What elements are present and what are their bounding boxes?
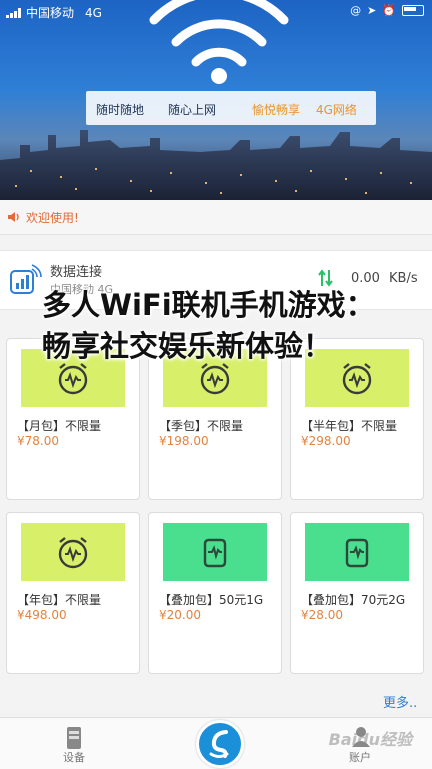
package-price: ¥198.00 (159, 434, 209, 448)
home-center-button[interactable] (196, 720, 244, 768)
more-link[interactable]: 更多.. (383, 692, 417, 711)
data-connection-icon (10, 264, 42, 294)
speed-unit: KB/s (389, 271, 418, 286)
article-headline: 多人WiFi联机手机游戏：畅享社交娱乐新体验！ (42, 288, 375, 363)
package-name: 【叠加包】50元1G (159, 593, 264, 607)
slogan-text: 随心上网 (168, 103, 217, 117)
connection-title: 数据连接 (50, 265, 103, 280)
tab-label: 账户 (349, 751, 371, 764)
signal-strength-icon (6, 7, 21, 18)
package-price: ¥78.00 (17, 434, 59, 448)
brand-logo-icon (209, 730, 229, 758)
package-card[interactable]: 【叠加包】50元1G ¥20.00 (148, 512, 282, 674)
device-icon (67, 727, 81, 749)
slogan-text: 4G网络 (316, 103, 357, 117)
tab-device[interactable]: 设备 (44, 718, 104, 769)
status-bar: 中国移动 4G @ ➤ ⏰ (0, 0, 432, 24)
location-icon: @ (350, 4, 362, 17)
package-thumbnail (21, 523, 125, 581)
slogan-text: 愉悦畅享 (252, 103, 301, 117)
carrier-name: 中国移动 (26, 6, 75, 20)
package-price: ¥28.00 (301, 608, 343, 622)
package-thumbnail (305, 523, 409, 581)
data-pack-icon (345, 538, 369, 568)
navigation-arrow-icon: ➤ (367, 4, 377, 17)
package-price: ¥20.00 (159, 608, 201, 622)
hero-banner: 中国移动 4G @ ➤ ⏰ 随时随地 随心上网 愉悦畅享 4G网络 (0, 0, 432, 200)
network-type: 4G (85, 5, 102, 20)
package-card[interactable]: 【年包】不限量 ¥498.00 (6, 512, 140, 674)
package-name: 【叠加包】70元2G (301, 593, 406, 607)
welcome-text: 欢迎使用! (26, 211, 79, 225)
tab-label: 设备 (63, 751, 85, 764)
package-name: 【半年包】不限量 (301, 419, 398, 433)
slogan-banner: 随时随地 随心上网 愉悦畅享 4G网络 (86, 91, 376, 125)
package-grid: 【月包】不限量 ¥78.00 【季包】不限量 ¥198.00 【半年包】不限量 … (0, 338, 432, 718)
package-name: 【年包】不限量 (17, 593, 102, 607)
slogan-text: 随时随地 (96, 103, 145, 117)
package-thumbnail (163, 523, 267, 581)
data-pack-icon (203, 538, 227, 568)
welcome-bar: 欢迎使用! (0, 200, 432, 235)
package-price: ¥298.00 (301, 434, 351, 448)
alarm-clock-icon (58, 537, 88, 569)
package-price: ¥498.00 (17, 608, 67, 622)
battery-icon (402, 5, 424, 16)
package-name: 【月包】不限量 (17, 419, 102, 433)
speed-value: 0.00 (351, 271, 380, 286)
watermark: Baidu经验 (328, 730, 412, 749)
package-name: 【季包】不限量 (159, 419, 244, 433)
speaker-icon (8, 212, 19, 222)
alarm-icon: ⏰ (382, 4, 396, 17)
package-card[interactable]: 【叠加包】70元2G ¥28.00 (290, 512, 424, 674)
